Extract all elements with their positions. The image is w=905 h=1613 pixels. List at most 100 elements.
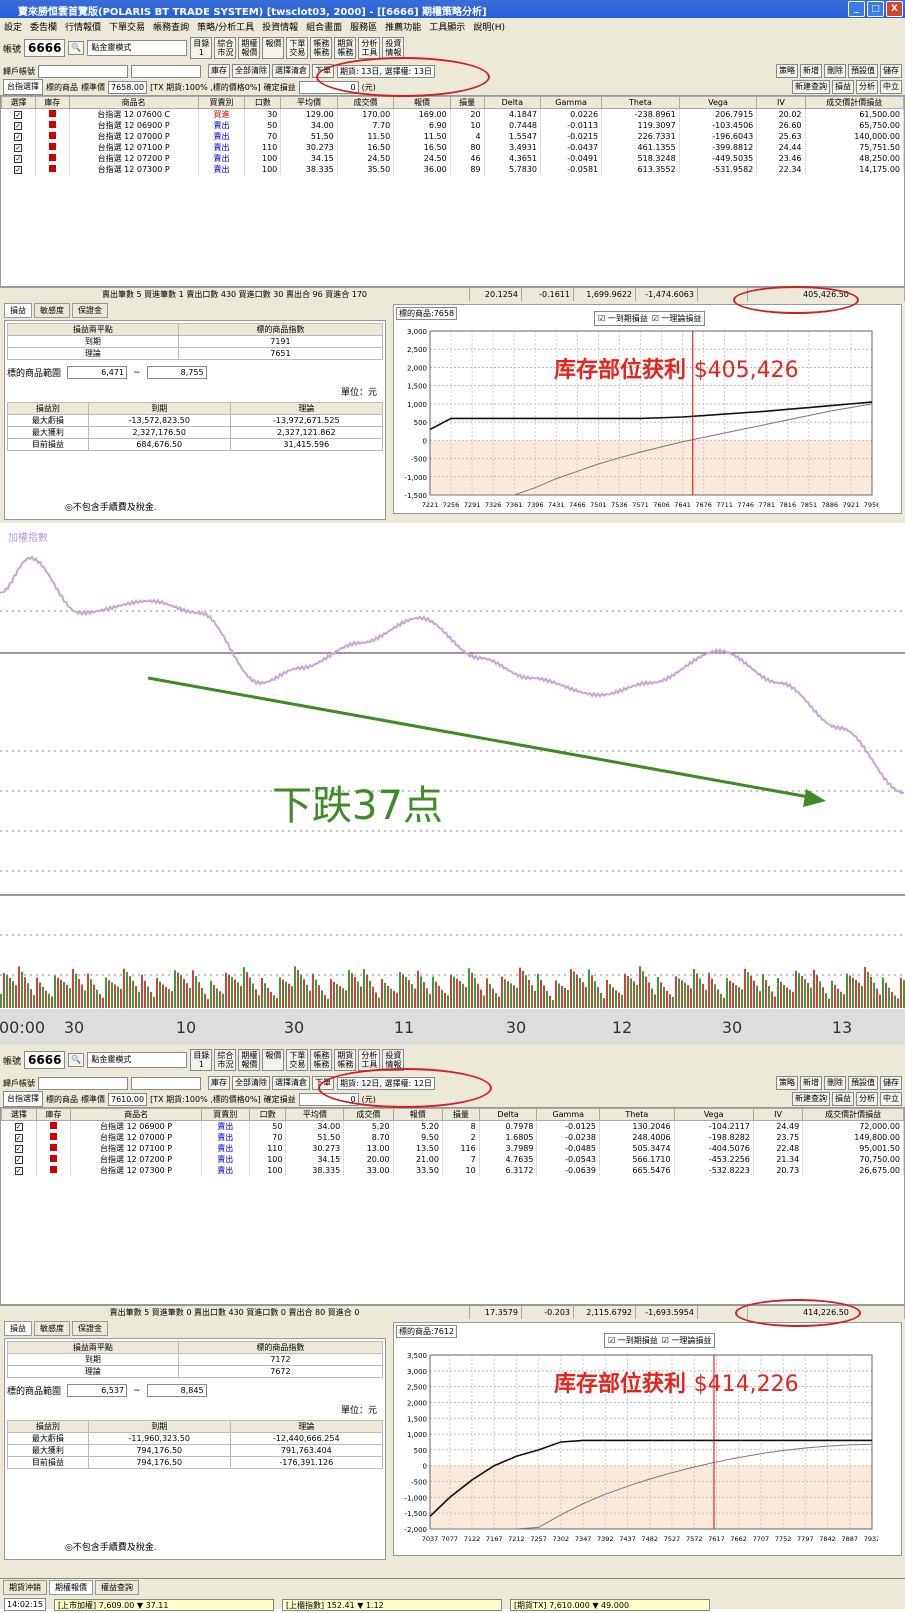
column-header[interactable]: 口數 — [248, 1108, 287, 1121]
right-button-4[interactable]: 儲存 — [880, 64, 902, 78]
right-button-2[interactable]: 刪除 — [824, 1076, 846, 1090]
tab-2[interactable]: 保證金 — [72, 1321, 108, 1336]
toolbar-button-7[interactable]: 分析 工具 — [358, 1049, 381, 1071]
tab-2[interactable]: 保證金 — [72, 303, 108, 318]
toolbar-button-3[interactable]: 報價 — [262, 37, 285, 59]
select-checkbox[interactable]: ✓ — [1, 1132, 37, 1143]
tab-0[interactable]: 損益 — [4, 303, 32, 318]
right-button-3[interactable]: 預設值 — [848, 1076, 878, 1090]
column-header[interactable]: 選擇 — [1, 96, 36, 109]
column-header[interactable]: 商品名 — [70, 1108, 202, 1121]
select-checkbox[interactable]: ✓ — [1, 1143, 37, 1154]
column-header[interactable]: Delta — [478, 1108, 538, 1121]
close-button[interactable]: X — [886, 1, 903, 17]
column-header[interactable]: 平均價 — [285, 1108, 345, 1121]
table-row[interactable]: ✓ 台指選 12 06900 P 賣出 50 34.00 7.70 6.90 10 0.7448… — [1, 120, 904, 131]
select-checkbox[interactable]: ✓ — [1, 164, 36, 175]
menu-item-8[interactable]: 服務區 — [350, 20, 377, 33]
select-checkbox[interactable]: ✓ — [1, 120, 36, 131]
select-checkbox[interactable]: ✓ — [1, 1165, 37, 1176]
column-header[interactable]: 成交價 — [336, 96, 395, 109]
table-row[interactable]: ✓ 台指選 12 07300 P 賣出 100 38.335 33.00 33.50 10 6.… — [1, 1165, 904, 1176]
column-header[interactable]: IV — [752, 1108, 804, 1121]
search-icon[interactable]: 🔍 — [68, 41, 85, 55]
tab-1[interactable]: 敏感度 — [34, 303, 70, 318]
range-to-input[interactable]: 8,755 — [146, 366, 207, 379]
table-row[interactable]: ✓ 台指選 12 07100 P 賣出 110 30.273 13.00 13.50 116 3… — [1, 1143, 904, 1154]
column-header[interactable]: Vega — [678, 96, 758, 109]
legend-expiry[interactable]: ☑ 一到期損益 — [598, 313, 648, 324]
toolbar-button-3[interactable]: 報價 — [262, 1049, 285, 1071]
column-header[interactable]: 成交價 — [343, 1108, 394, 1121]
right-button-4[interactable]: 儲存 — [880, 1076, 902, 1090]
select-checkbox[interactable]: ✓ — [1, 131, 36, 142]
row-button-1[interactable]: 全部清除 — [232, 64, 270, 78]
toolbar-button-4[interactable]: 下單 交易 — [286, 1049, 309, 1071]
right-button-0[interactable]: 策略 — [776, 1076, 798, 1090]
select-checkbox[interactable]: ✓ — [1, 1154, 37, 1165]
row-button-2[interactable]: 選擇清倉 — [272, 1076, 310, 1090]
column-header[interactable]: Gamma — [536, 1108, 601, 1121]
toolbar-button-8[interactable]: 投資 情報 — [382, 37, 405, 59]
column-header[interactable]: 報價 — [393, 96, 451, 109]
column-header[interactable]: 損量 — [441, 1108, 480, 1121]
right-button-3[interactable]: 預設值 — [848, 64, 878, 78]
filter-button-3[interactable]: 中立 — [880, 1092, 902, 1106]
range-from-input[interactable]: 6,471 — [67, 366, 128, 379]
range-from-input[interactable]: 6,537 — [67, 1384, 128, 1397]
table-row[interactable]: ✓ 台指選 12 06900 P 賣出 50 34.00 5.20 5.20 8 0.7978-… — [1, 1120, 904, 1132]
toolbar-button-7[interactable]: 分析 工具 — [358, 37, 381, 59]
filter-button-0[interactable]: 新建查詢 — [792, 80, 830, 94]
minimize-button[interactable]: _ — [848, 1, 865, 17]
column-header[interactable]: 選擇 — [1, 1108, 37, 1121]
filter-button-2[interactable]: 分析 — [856, 1092, 878, 1106]
toolbar-button-5[interactable]: 帳務 帳務 — [310, 1049, 333, 1071]
table-row[interactable]: ✓ 台指選 12 07000 P 賣出 70 51.50 8.70 9.50 2 1.6805-… — [1, 1132, 904, 1143]
column-header[interactable]: 庫存 — [35, 1108, 72, 1121]
row-button-0[interactable]: 庫存 — [208, 64, 230, 78]
column-header[interactable]: Theta — [601, 96, 680, 109]
column-header[interactable]: Vega — [673, 1108, 754, 1121]
right-button-1[interactable]: 新增 — [800, 1076, 822, 1090]
column-header[interactable]: IV — [756, 96, 806, 109]
column-header[interactable]: 成交價計價損益 — [802, 1108, 904, 1121]
menu-item-10[interactable]: 工具顯示 — [429, 20, 465, 33]
filter-button-0[interactable]: 新建查詢 — [792, 1092, 830, 1106]
right-button-0[interactable]: 策略 — [776, 64, 798, 78]
column-header[interactable]: Gamma — [540, 96, 603, 109]
menu-item-5[interactable]: 策略/分析工具 — [197, 20, 254, 33]
column-header[interactable]: 口數 — [244, 96, 282, 109]
mode-select[interactable]: 點金靈模式 — [87, 40, 188, 56]
menu-item-11[interactable]: 說明(H) — [473, 20, 505, 33]
menu-item-2[interactable]: 行情報價 — [65, 20, 101, 33]
aggregate-account-input[interactable] — [131, 64, 201, 78]
row-button-0[interactable]: 庫存 — [208, 1076, 230, 1090]
product-select[interactable]: 台指選擇 — [3, 79, 43, 95]
filter-button-2[interactable]: 分析 — [856, 80, 878, 94]
menu-item-7[interactable]: 組合畫面 — [306, 20, 342, 33]
toolbar-button-2[interactable]: 期權 報價 — [238, 1049, 261, 1071]
table-row[interactable]: ✓ 台指選 12 07100 P 賣出 110 30.273 16.50 16.50 80 3.… — [1, 142, 904, 153]
column-header[interactable]: 成交價計價損益 — [804, 96, 904, 109]
toolbar-button-0[interactable]: 目錄 1 — [190, 1049, 213, 1071]
column-header[interactable]: 損量 — [449, 96, 485, 109]
select-checkbox[interactable]: ✓ — [1, 153, 36, 164]
right-button-1[interactable]: 新增 — [800, 64, 822, 78]
filter-button-1[interactable]: 損益 — [832, 1092, 854, 1106]
legend-theory[interactable]: ☑ 一理論損益 — [662, 1335, 712, 1346]
filter-button-3[interactable]: 中立 — [880, 80, 902, 94]
row-button-2[interactable]: 選擇清倉 — [272, 64, 310, 78]
toolbar-button-0[interactable]: 目錄 1 — [190, 37, 213, 59]
mode-select[interactable]: 點金靈模式 — [87, 1052, 188, 1068]
column-header[interactable]: 平均價 — [280, 96, 338, 109]
column-header[interactable]: Theta — [599, 1108, 675, 1121]
toolbar-button-2[interactable]: 期權 報價 — [238, 37, 261, 59]
range-to-input[interactable]: 8,845 — [146, 1384, 207, 1397]
underlying-price-input[interactable]: 7658.00 — [108, 80, 148, 94]
search-icon[interactable]: 🔍 — [68, 1053, 85, 1067]
legend-theory[interactable]: ☑ 一理論損益 — [652, 313, 702, 324]
column-header[interactable]: 庫存 — [34, 96, 70, 109]
tab-1[interactable]: 敏感度 — [34, 1321, 70, 1336]
toolbar-button-1[interactable]: 綜合 市況 — [214, 37, 237, 59]
menu-item-0[interactable]: 設定 — [4, 20, 22, 33]
